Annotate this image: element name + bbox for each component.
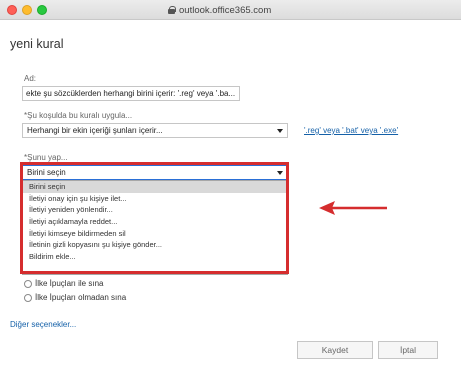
test-with-tips-option[interactable]: İlke İpuçları ile sına <box>24 279 103 288</box>
chevron-down-icon <box>277 128 283 133</box>
save-button[interactable]: Kaydet <box>297 341 373 359</box>
radio-button[interactable] <box>24 279 32 288</box>
browser-titlebar: outlook.office365.com <box>0 0 461 20</box>
condition-value-link[interactable]: '.reg' veya '.bat' veya '.exe' <box>304 126 398 135</box>
lock-icon <box>168 6 176 14</box>
rule-name-value: ekte şu sözcüklerden herhangi birini içe… <box>26 89 236 98</box>
condition-select-value: Herhangi bir ekin içeriği şunları içerir… <box>27 126 163 135</box>
dropdown-option[interactable]: Bildirim ekle... <box>23 251 287 263</box>
test-with-tips-label: İlke İpuçları ile sına <box>35 279 104 288</box>
window-close-button[interactable] <box>7 5 17 15</box>
chevron-down-icon <box>277 170 283 175</box>
action-select-value: Birini seçin <box>27 168 66 177</box>
action-dropdown-list: Birini seçin İletiyi onay için şu kişiye… <box>22 180 288 275</box>
condition-label: *Şu koşulda bu kuralı uygula... <box>24 111 133 120</box>
action-label: *Şunu yap... <box>24 153 68 162</box>
dropdown-option[interactable]: İletiyi yeniden yönlendir... <box>23 204 287 216</box>
dropdown-option[interactable]: İletiyi kimseye bildirmeden sil <box>23 227 287 239</box>
window-maximize-button[interactable] <box>37 5 47 15</box>
address-bar[interactable]: outlook.office365.com <box>168 3 271 17</box>
dropdown-option[interactable]: İletinin gizli kopyasını şu kişiye gönde… <box>23 239 287 251</box>
condition-select[interactable]: Herhangi bir ekin içeriği şunları içerir… <box>22 123 288 138</box>
name-label: Ad: <box>24 74 37 83</box>
more-options-link[interactable]: Diğer seçenekler... <box>10 320 76 329</box>
cancel-button[interactable]: İptal <box>378 341 438 359</box>
page-title: yeni kural <box>10 37 64 51</box>
address-bar-url: outlook.office365.com <box>179 4 272 16</box>
test-without-tips-label: İlke İpuçları olmadan sına <box>35 293 127 302</box>
arrow-left-icon <box>319 201 387 215</box>
rule-name-input[interactable]: ekte şu sözcüklerden herhangi birini içe… <box>22 86 240 101</box>
test-without-tips-option[interactable]: İlke İpuçları olmadan sına <box>24 293 126 302</box>
window-minimize-button[interactable] <box>22 5 32 15</box>
dropdown-option[interactable]: İletiyi açıklamayla reddet... <box>23 216 287 228</box>
dropdown-option[interactable]: Birini seçin <box>23 181 287 193</box>
dropdown-option[interactable]: İletiyi onay için şu kişiye ilet... <box>23 193 287 205</box>
radio-button[interactable] <box>24 293 32 302</box>
action-select[interactable]: Birini seçin <box>21 164 289 181</box>
